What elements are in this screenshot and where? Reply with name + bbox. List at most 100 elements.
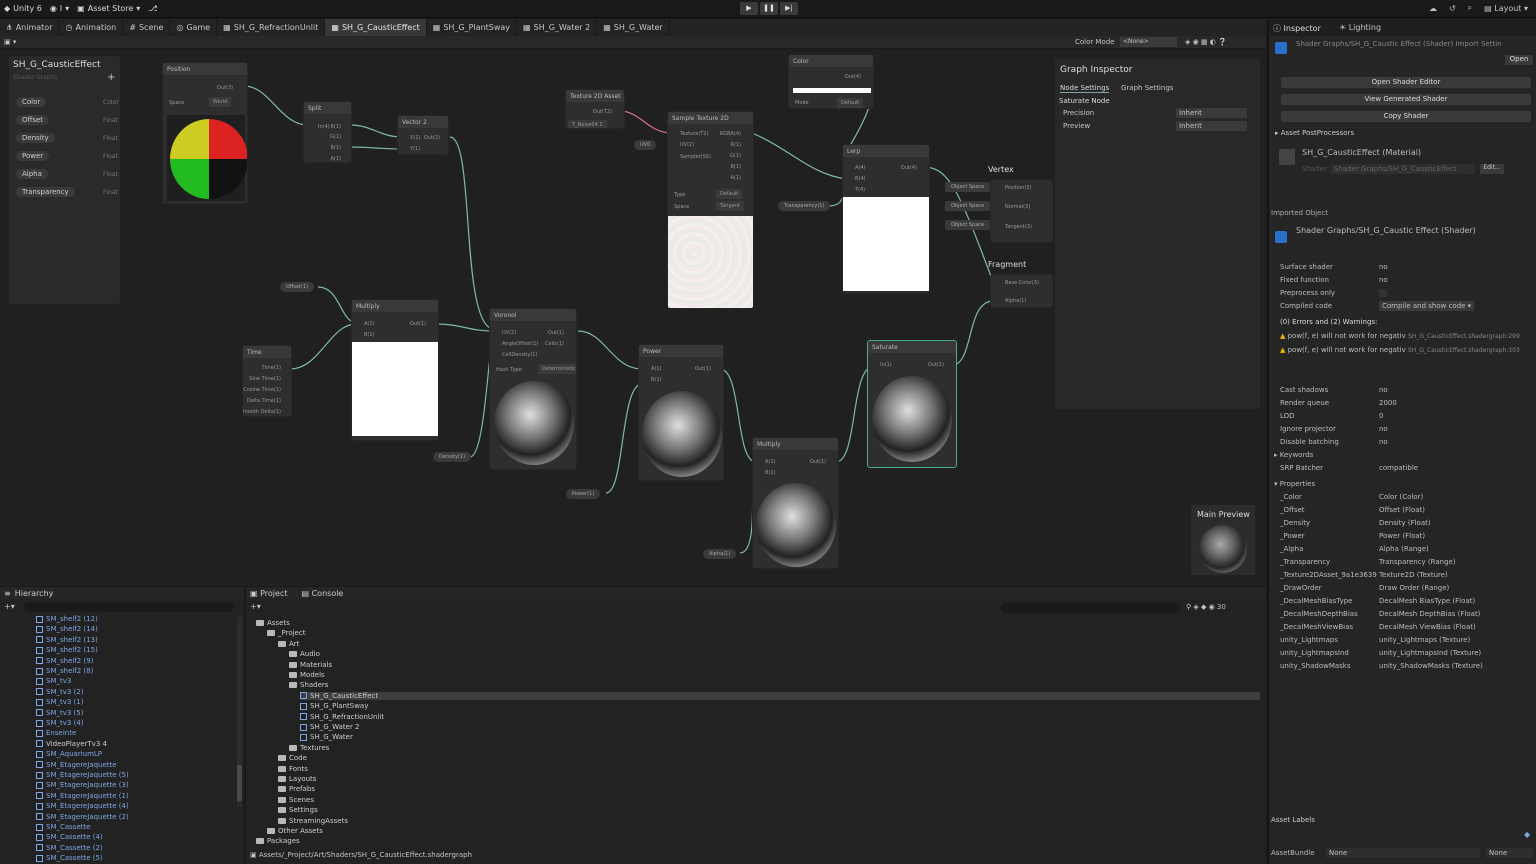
tab-scene[interactable]: # Scene <box>123 19 171 36</box>
alpha-property-node[interactable]: Alpha(1) <box>703 549 737 559</box>
folder-item[interactable]: Materials <box>289 661 332 669</box>
layout-dropdown[interactable]: ▤ Layout ▾ <box>1484 4 1528 13</box>
property-transparency[interactable]: Transparency <box>16 187 75 197</box>
asset-item[interactable]: SH_G_CausticEffect <box>300 691 1260 700</box>
account-dropdown[interactable]: ◉ I ▾ <box>50 4 69 13</box>
node-port[interactable]: Out(T2) <box>589 107 616 117</box>
tab-node-settings[interactable]: Node Settings <box>1060 84 1110 93</box>
hierarchy-item[interactable]: SM_EtagereJaquette (3) <box>36 781 129 789</box>
warning-row[interactable]: ▲ pow(f, e) will not work for negativ SH… <box>1280 332 1520 340</box>
node-port[interactable]: Out(1) <box>544 328 568 338</box>
hierarchy-item[interactable]: SM_EtagereJaquette <box>36 761 117 769</box>
hierarchy-item[interactable]: SM_tv3 (2) <box>36 688 83 696</box>
scrollbar-thumb[interactable] <box>237 765 242 801</box>
hierarchy-item[interactable]: SM_Cassette (4) <box>36 833 103 841</box>
hierarchy-item[interactable]: SM_tv3 (5) <box>36 709 83 717</box>
voronoi-node[interactable]: Voronoi UV(2) AngleOffset(1) CellDensity… <box>489 308 577 470</box>
node-port[interactable]: AngleOffset(1) <box>498 339 542 349</box>
power-property-node[interactable]: Power(1) <box>566 489 601 499</box>
hierarchy-item[interactable]: SM_EtagereJaquette (1) <box>36 792 129 800</box>
node-port[interactable]: B(1) <box>647 375 666 385</box>
version-control-icon[interactable]: ⎇ <box>148 4 157 13</box>
node-port[interactable]: Base Color(3) <box>1001 278 1043 288</box>
preview-dropdown[interactable]: Inherit <box>1176 121 1247 131</box>
type-dropdown[interactable]: Default <box>716 189 743 199</box>
folder-item[interactable]: Audio <box>289 650 320 658</box>
density-property-node[interactable]: Density(1) <box>433 452 472 462</box>
node-port[interactable]: Smooth Delta(1) <box>243 407 285 416</box>
node-port[interactable]: A(4) <box>851 163 870 173</box>
node-port[interactable]: A(1) <box>360 319 379 329</box>
folder-item[interactable]: Other Assets <box>267 827 323 835</box>
texture-field[interactable]: T_Noise04 1 <box>568 120 607 128</box>
object-space-pill[interactable]: Object Space <box>945 182 991 192</box>
hierarchy-search-input[interactable] <box>24 602 234 612</box>
vector2-node[interactable]: Vector 2 X(1) Y(1) Out(2) <box>397 115 449 155</box>
history-icon[interactable]: ↺ <box>1449 4 1456 13</box>
hierarchy-item[interactable]: SM_Cassette (5) <box>36 854 103 862</box>
folder-item[interactable]: Textures <box>289 744 329 752</box>
node-port[interactable]: Sine Time(1) <box>245 374 285 384</box>
project-search-input[interactable] <box>1001 603 1181 613</box>
fragment-context[interactable]: Base Color(3) Alpha(1) <box>990 274 1053 308</box>
node-port[interactable]: Position(3) <box>1001 183 1036 193</box>
property-alpha[interactable]: Alpha <box>16 169 48 179</box>
folder-item[interactable]: _Project <box>267 629 305 637</box>
node-port[interactable]: Out(1) <box>924 360 948 370</box>
hierarchy-item[interactable]: SM_tv3 <box>36 677 71 685</box>
hierarchy-item[interactable]: SM_Cassette <box>36 823 91 831</box>
saturate-node[interactable]: Saturate In(1) Out(1) <box>867 340 957 468</box>
add-object-button[interactable]: +▾ <box>4 602 15 611</box>
tab-water[interactable]: ▦ SH_G_Water <box>597 19 670 36</box>
node-port[interactable]: Normal(3) <box>1001 202 1034 212</box>
sample-texture2d-node[interactable]: Sample Texture 2D Texture(T2) UV(2) Samp… <box>667 111 754 309</box>
tab-refraction-unlit[interactable]: ▦ SH_G_RefractionUnlit <box>217 19 326 36</box>
node-port[interactable]: R(1) <box>326 122 345 132</box>
space-dropdown[interactable]: World <box>209 97 232 107</box>
hierarchy-item[interactable]: SM_EtagereJaquette (4) <box>36 802 129 810</box>
color-swatch[interactable] <box>793 88 871 93</box>
folder-item[interactable]: Fonts <box>278 765 308 773</box>
node-port[interactable]: Y(1) <box>406 144 424 154</box>
hierarchy-item[interactable]: SM_EtagereJaquette (5) <box>36 771 129 779</box>
node-port[interactable]: UV(2) <box>676 140 698 150</box>
open-shader-editor-button[interactable]: Open Shader Editor <box>1281 77 1531 88</box>
node-port[interactable]: A(1) <box>647 364 666 374</box>
node-port[interactable]: B(4) <box>851 174 870 184</box>
assetbundle-dropdown[interactable]: None <box>1326 848 1480 858</box>
node-port[interactable]: Cosine Time(1) <box>243 385 285 395</box>
tab-inspector[interactable]: ⓘ Inspector <box>1273 23 1321 34</box>
property-color[interactable]: Color <box>16 97 47 107</box>
node-port[interactable]: R(1) <box>726 140 745 150</box>
object-space-pill[interactable]: Object Space <box>945 201 991 211</box>
assetbundle-variant-dropdown[interactable]: None <box>1486 848 1533 858</box>
folder-item[interactable]: Models <box>289 671 325 679</box>
node-port[interactable]: Out(1) <box>691 364 715 374</box>
preprocess-checkbox[interactable] <box>1379 289 1387 297</box>
node-port[interactable]: Out(1) <box>406 319 430 329</box>
create-asset-button[interactable]: +▾ <box>250 602 261 611</box>
tab-water-2[interactable]: ▦ SH_G_Water 2 <box>517 19 598 36</box>
open-button[interactable]: Open <box>1505 55 1533 65</box>
cloud-icon[interactable]: ☁ <box>1429 4 1437 13</box>
node-port[interactable]: T(4) <box>851 185 869 195</box>
texture2d-asset-node[interactable]: Texture 2D Asset Out(T2) T_Noise04 1 <box>565 89 625 129</box>
node-port[interactable]: A(1) <box>761 457 780 467</box>
folder-item[interactable]: Packages <box>256 837 300 845</box>
node-port[interactable]: Delta Time(1) <box>243 396 285 406</box>
mode-dropdown[interactable]: Default <box>837 98 864 108</box>
node-port[interactable]: B(1) <box>761 468 780 478</box>
hash-type-dropdown[interactable]: Deterministic <box>538 364 576 374</box>
label-tag-icon[interactable]: ◆ <box>1524 830 1530 839</box>
asset-item[interactable]: SH_G_Water 2 <box>300 723 360 731</box>
vertex-context[interactable]: Position(3) Normal(3) Tangent(3) <box>990 179 1053 243</box>
lerp-node[interactable]: Lerp A(4) B(4) T(4) Out(4) <box>842 144 930 294</box>
transparency-property-node[interactable]: Transparency(1) <box>778 201 831 211</box>
tab-game[interactable]: ◎ Game <box>170 19 218 36</box>
property-power[interactable]: Power <box>16 151 50 161</box>
node-port[interactable]: RGBA(4) <box>716 129 745 139</box>
node-port[interactable]: B(1) <box>326 143 345 153</box>
node-port[interactable]: Out(3) <box>213 83 237 93</box>
pause-button[interactable]: ❚❚ <box>760 2 778 15</box>
space-dropdown[interactable]: Tangent <box>716 201 744 211</box>
